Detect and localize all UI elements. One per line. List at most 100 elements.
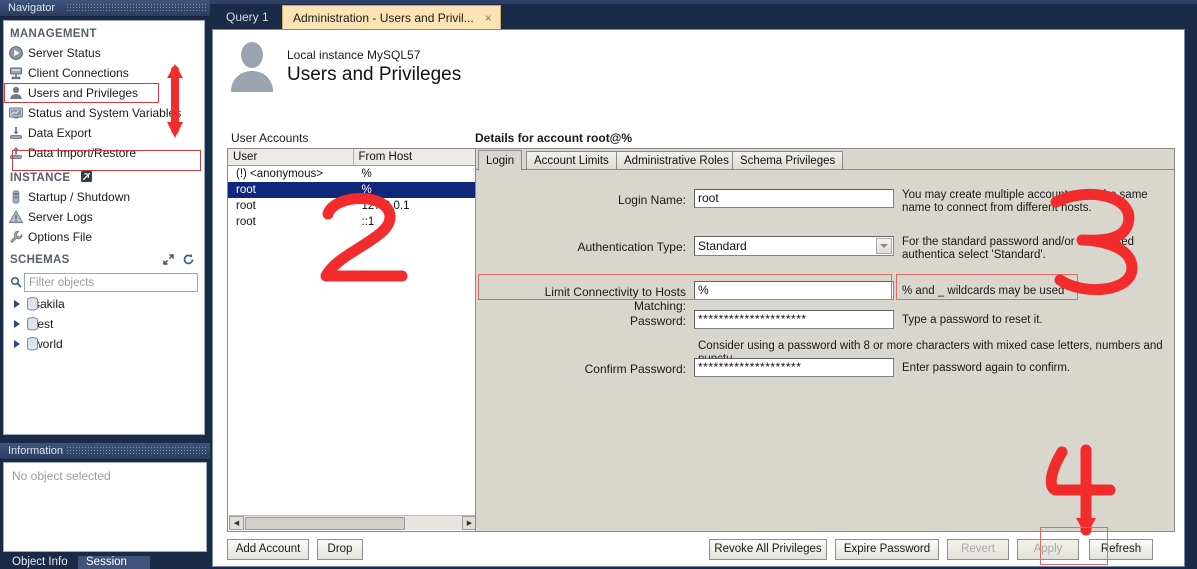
expand-triangle-icon[interactable] (14, 320, 20, 328)
sidebar-item-server-logs[interactable]: Server Logs (4, 207, 204, 227)
password-help-text: Type a password to reset it. (902, 314, 1043, 326)
server-logs-icon (8, 209, 24, 225)
options-file-icon (8, 229, 24, 245)
details-tab-strip: Login Account Limits Administrative Role… (476, 149, 1174, 171)
table-row[interactable]: root 127.0.0.1 (228, 198, 478, 214)
tab-login[interactable]: Login (478, 150, 523, 171)
filter-objects-input[interactable] (24, 273, 198, 292)
sidebar-item-options-file[interactable]: Options File (4, 227, 204, 247)
tab-session[interactable]: Session (78, 556, 150, 569)
password-label: Password: (629, 314, 686, 328)
tab-object-info[interactable]: Object Info (4, 556, 76, 569)
cell-host: % (361, 184, 372, 196)
limit-connectivity-label: Limit Connectivity to Hosts Matching: (544, 285, 686, 313)
grid-header-row: User From Host (228, 149, 478, 166)
user-accounts-grid[interactable]: User From Host (!) <anonymous> % root % … (227, 148, 479, 532)
refresh-icon[interactable] (182, 253, 195, 266)
schema-item-sakila[interactable]: sakila (4, 294, 204, 314)
column-header-user[interactable]: User (228, 149, 354, 165)
confirm-password-input[interactable]: ******************** (694, 358, 894, 377)
information-title-label: Information (8, 445, 64, 457)
cell-user: root (228, 182, 354, 198)
sidebar-item-data-import-restore[interactable]: Data Import/Restore (4, 143, 204, 163)
expand-icon[interactable] (162, 253, 175, 266)
revoke-all-privileges-button[interactable]: Revoke All Privileges (709, 539, 827, 560)
login-name-input[interactable]: root (694, 189, 894, 208)
schema-filter (8, 273, 198, 292)
confirm-password-help-text: Enter password again to confirm. (902, 362, 1071, 374)
column-header-from-host[interactable]: From Host (354, 149, 478, 165)
scroll-left-icon[interactable]: ◀ (229, 516, 244, 530)
sidebar-item-label: Data Import/Restore (28, 146, 137, 160)
password-input[interactable]: ********************* (694, 310, 894, 329)
users-privileges-icon (8, 85, 24, 101)
drop-button[interactable]: Drop (317, 539, 363, 560)
mysql-workbench-window: Navigator MANAGEMENT Server Status Clien… (0, 0, 1197, 569)
tab-schema-privileges[interactable]: Schema Privileges (732, 151, 844, 170)
tabbar-topline (210, 0, 1197, 4)
sidebar-item-client-connections[interactable]: Client Connections (4, 63, 204, 83)
navigator-sidebar: Navigator MANAGEMENT Server Status Clien… (0, 0, 210, 569)
title-dot-pattern (66, 3, 206, 13)
table-row[interactable]: root % (228, 182, 478, 198)
sidebar-item-label: Client Connections (28, 66, 129, 80)
confirm-password-label: Confirm Password: (584, 362, 686, 376)
chevron-down-icon[interactable] (876, 238, 892, 254)
expand-triangle-icon[interactable] (14, 300, 20, 308)
schemas-section-actions (162, 253, 196, 266)
workspace-tabbar: Query 1 Administration - Users and Privi… (210, 0, 1197, 29)
apply-button: Apply (1017, 539, 1079, 560)
sidebar-item-server-status[interactable]: Server Status (4, 43, 204, 63)
authentication-type-help-text: For the standard password and/or host ba… (902, 236, 1135, 261)
tab-administration-users-and-privileges[interactable]: Administration - Users and Privil... × (282, 5, 501, 29)
data-import-icon (8, 145, 24, 161)
status-variables-icon (8, 105, 24, 121)
database-icon (26, 317, 39, 331)
limit-connectivity-help-text: % and _ wildcards may be used (902, 285, 1065, 297)
add-account-button[interactable]: Add Account (227, 539, 309, 560)
table-row[interactable]: root ::1 (228, 214, 478, 230)
limit-connectivity-input[interactable]: % (694, 281, 894, 300)
tab-query-1[interactable]: Query 1 (216, 5, 279, 29)
tab-administrative-roles[interactable]: Administrative Roles (616, 151, 737, 170)
scrollbar-thumb[interactable] (245, 516, 405, 530)
revert-button: Revert (947, 539, 1009, 560)
section-header-management: MANAGEMENT (10, 28, 97, 40)
cell-host: ::1 (361, 216, 375, 228)
account-details-panel: Login Account Limits Administrative Role… (475, 148, 1175, 532)
schema-item-test[interactable]: test (4, 314, 204, 334)
authentication-type-label: Authentication Type: (577, 240, 686, 254)
cell-host: 127.0.0.1 (361, 200, 410, 212)
schema-item-world[interactable]: world (4, 334, 204, 354)
startup-shutdown-icon (8, 189, 24, 205)
section-heading-text: INSTANCE (10, 172, 71, 184)
sidebar-item-data-export[interactable]: Data Export (4, 123, 204, 143)
sidebar-item-label: Server Status (28, 46, 101, 60)
sidebar-item-label: Startup / Shutdown (28, 190, 131, 204)
sidebar-item-startup-shutdown[interactable]: Startup / Shutdown (4, 187, 204, 207)
authentication-type-select[interactable]: Standard (694, 236, 894, 256)
data-export-icon (8, 125, 24, 141)
expire-password-button[interactable]: Expire Password (835, 539, 939, 560)
navigator-title-label: Navigator (8, 2, 56, 14)
cell-user: root (236, 200, 256, 212)
table-row[interactable]: (!) <anonymous> % (228, 166, 478, 182)
refresh-button[interactable]: Refresh (1089, 539, 1153, 560)
tab-account-limits[interactable]: Account Limits (526, 151, 617, 170)
sidebar-item-label: Data Export (28, 126, 92, 140)
user-accounts-label: User Accounts (231, 131, 309, 145)
users-and-privileges-page: Local instance MySQL57 Users and Privile… (212, 29, 1185, 567)
close-icon[interactable]: × (485, 6, 492, 30)
page-header: Local instance MySQL57 Users and Privile… (227, 38, 827, 100)
sidebar-item-users-and-privileges[interactable]: Users and Privileges (4, 83, 159, 103)
expand-triangle-icon[interactable] (14, 340, 20, 348)
title-dot-pattern (66, 446, 206, 456)
horizontal-scrollbar[interactable]: ◀ ▶ (229, 515, 477, 530)
search-icon (10, 276, 22, 288)
cell-user: (!) <anonymous> (236, 168, 323, 180)
sidebar-item-label: Users and Privileges (28, 86, 139, 100)
section-header-instance: INSTANCE (4, 163, 204, 187)
information-panel-body: No object selected (3, 462, 207, 552)
sidebar-item-status-and-system-variables[interactable]: Status and System Variables (4, 103, 204, 123)
navigator-tree: MANAGEMENT Server Status Client Connecti… (3, 20, 205, 435)
